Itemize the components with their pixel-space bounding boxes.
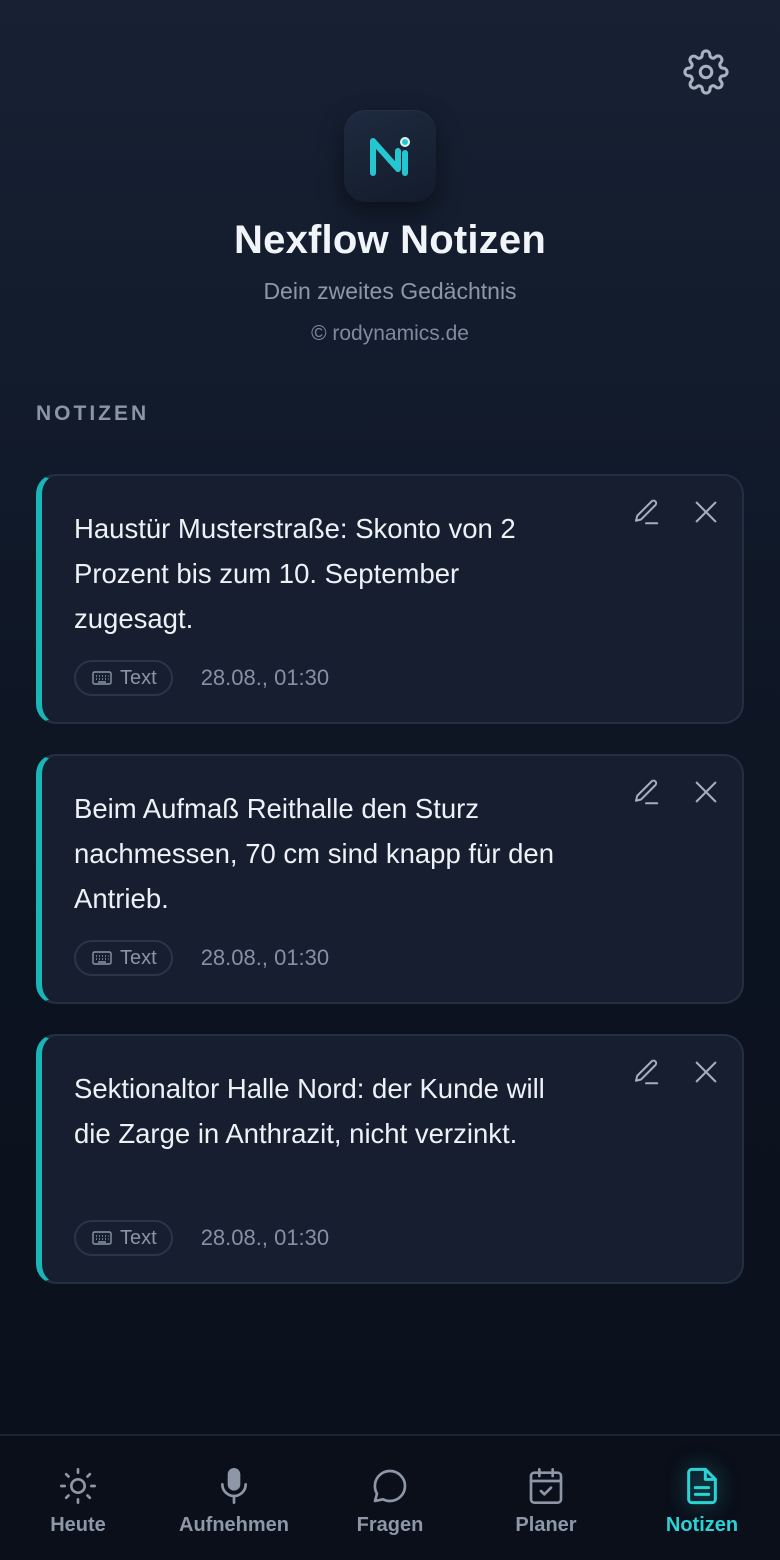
note-meta: Text 28.08., 01:30 <box>74 940 329 976</box>
nav-label: Planer <box>515 1514 577 1536</box>
sun-icon <box>56 1464 100 1508</box>
app-title: Nexflow Notizen <box>234 218 546 262</box>
nexflow-logo-icon <box>370 137 410 176</box>
note-meta: Text 28.08., 01:30 <box>74 1220 329 1256</box>
note-card[interactable]: Sektionaltor Halle Nord: der Kunde will … <box>36 1034 744 1284</box>
microphone-icon <box>212 1464 256 1508</box>
pencil-icon <box>635 499 659 525</box>
nav-item-fragen[interactable]: Fragen <box>312 1436 468 1560</box>
note-type-badge: Text <box>74 1220 173 1256</box>
note-text: Sektionaltor Halle Nord: der Kunde will … <box>74 1073 545 1149</box>
app-subtitle: Dein zweites Gedächtnis <box>263 278 517 304</box>
bottom-nav: Heute Aufnehmen Fragen Planer Notizen <box>0 1434 780 1560</box>
pencil-icon <box>635 779 659 805</box>
calendar-check-icon <box>524 1464 568 1508</box>
note-list: Haustür Musterstraße: Skonto von 2 Proze… <box>36 474 744 1314</box>
note-text: Haustür Musterstraße: Skonto von 2 Proze… <box>74 513 516 634</box>
nav-label: Heute <box>50 1514 106 1536</box>
close-icon <box>695 1061 717 1083</box>
app-logo <box>344 110 436 202</box>
pencil-icon <box>635 1059 659 1085</box>
nav-item-heute[interactable]: Heute <box>0 1436 156 1560</box>
app-header: Nexflow Notizen Dein zweites Gedächtnis … <box>0 110 780 348</box>
note-card[interactable]: Haustür Musterstraße: Skonto von 2 Proze… <box>36 474 744 724</box>
close-icon <box>695 501 717 523</box>
note-type-label: Text <box>120 946 157 969</box>
document-icon <box>680 1464 724 1508</box>
close-icon <box>695 781 717 803</box>
note-timestamp: 28.08., 01:30 <box>200 945 330 970</box>
edit-note-button[interactable] <box>628 1054 664 1090</box>
chat-bubble-icon <box>368 1464 412 1508</box>
nav-item-aufnehmen[interactable]: Aufnehmen <box>156 1436 312 1560</box>
nav-item-planer[interactable]: Planer <box>468 1436 624 1560</box>
nav-item-notizen[interactable]: Notizen <box>624 1436 780 1560</box>
keyboard-icon <box>92 671 112 685</box>
edit-note-button[interactable] <box>628 494 664 530</box>
keyboard-icon <box>92 1231 112 1245</box>
edit-note-button[interactable] <box>628 774 664 810</box>
delete-note-button[interactable] <box>688 774 724 810</box>
nav-label: Aufnehmen <box>179 1514 289 1536</box>
note-type-badge: Text <box>74 940 173 976</box>
note-timestamp: 28.08., 01:30 <box>200 1225 330 1250</box>
delete-note-button[interactable] <box>688 494 724 530</box>
note-card[interactable]: Beim Aufmaß Reithalle den Sturz nachmess… <box>36 754 744 1004</box>
keyboard-icon <box>92 951 112 965</box>
note-type-label: Text <box>120 666 157 689</box>
app-credit: © rodynamics.de <box>311 322 469 345</box>
note-timestamp: 28.08., 01:30 <box>200 665 330 690</box>
note-type-label: Text <box>120 1226 157 1249</box>
note-meta: Text 28.08., 01:30 <box>74 660 329 696</box>
note-text: Beim Aufmaß Reithalle den Sturz nachmess… <box>74 793 555 914</box>
note-type-badge: Text <box>74 660 173 696</box>
settings-button[interactable] <box>682 48 730 96</box>
delete-note-button[interactable] <box>688 1054 724 1090</box>
nav-label: Fragen <box>356 1514 424 1536</box>
gear-icon <box>683 49 729 95</box>
nav-label: Notizen <box>665 1514 739 1536</box>
section-label: NOTIZEN <box>36 402 150 425</box>
